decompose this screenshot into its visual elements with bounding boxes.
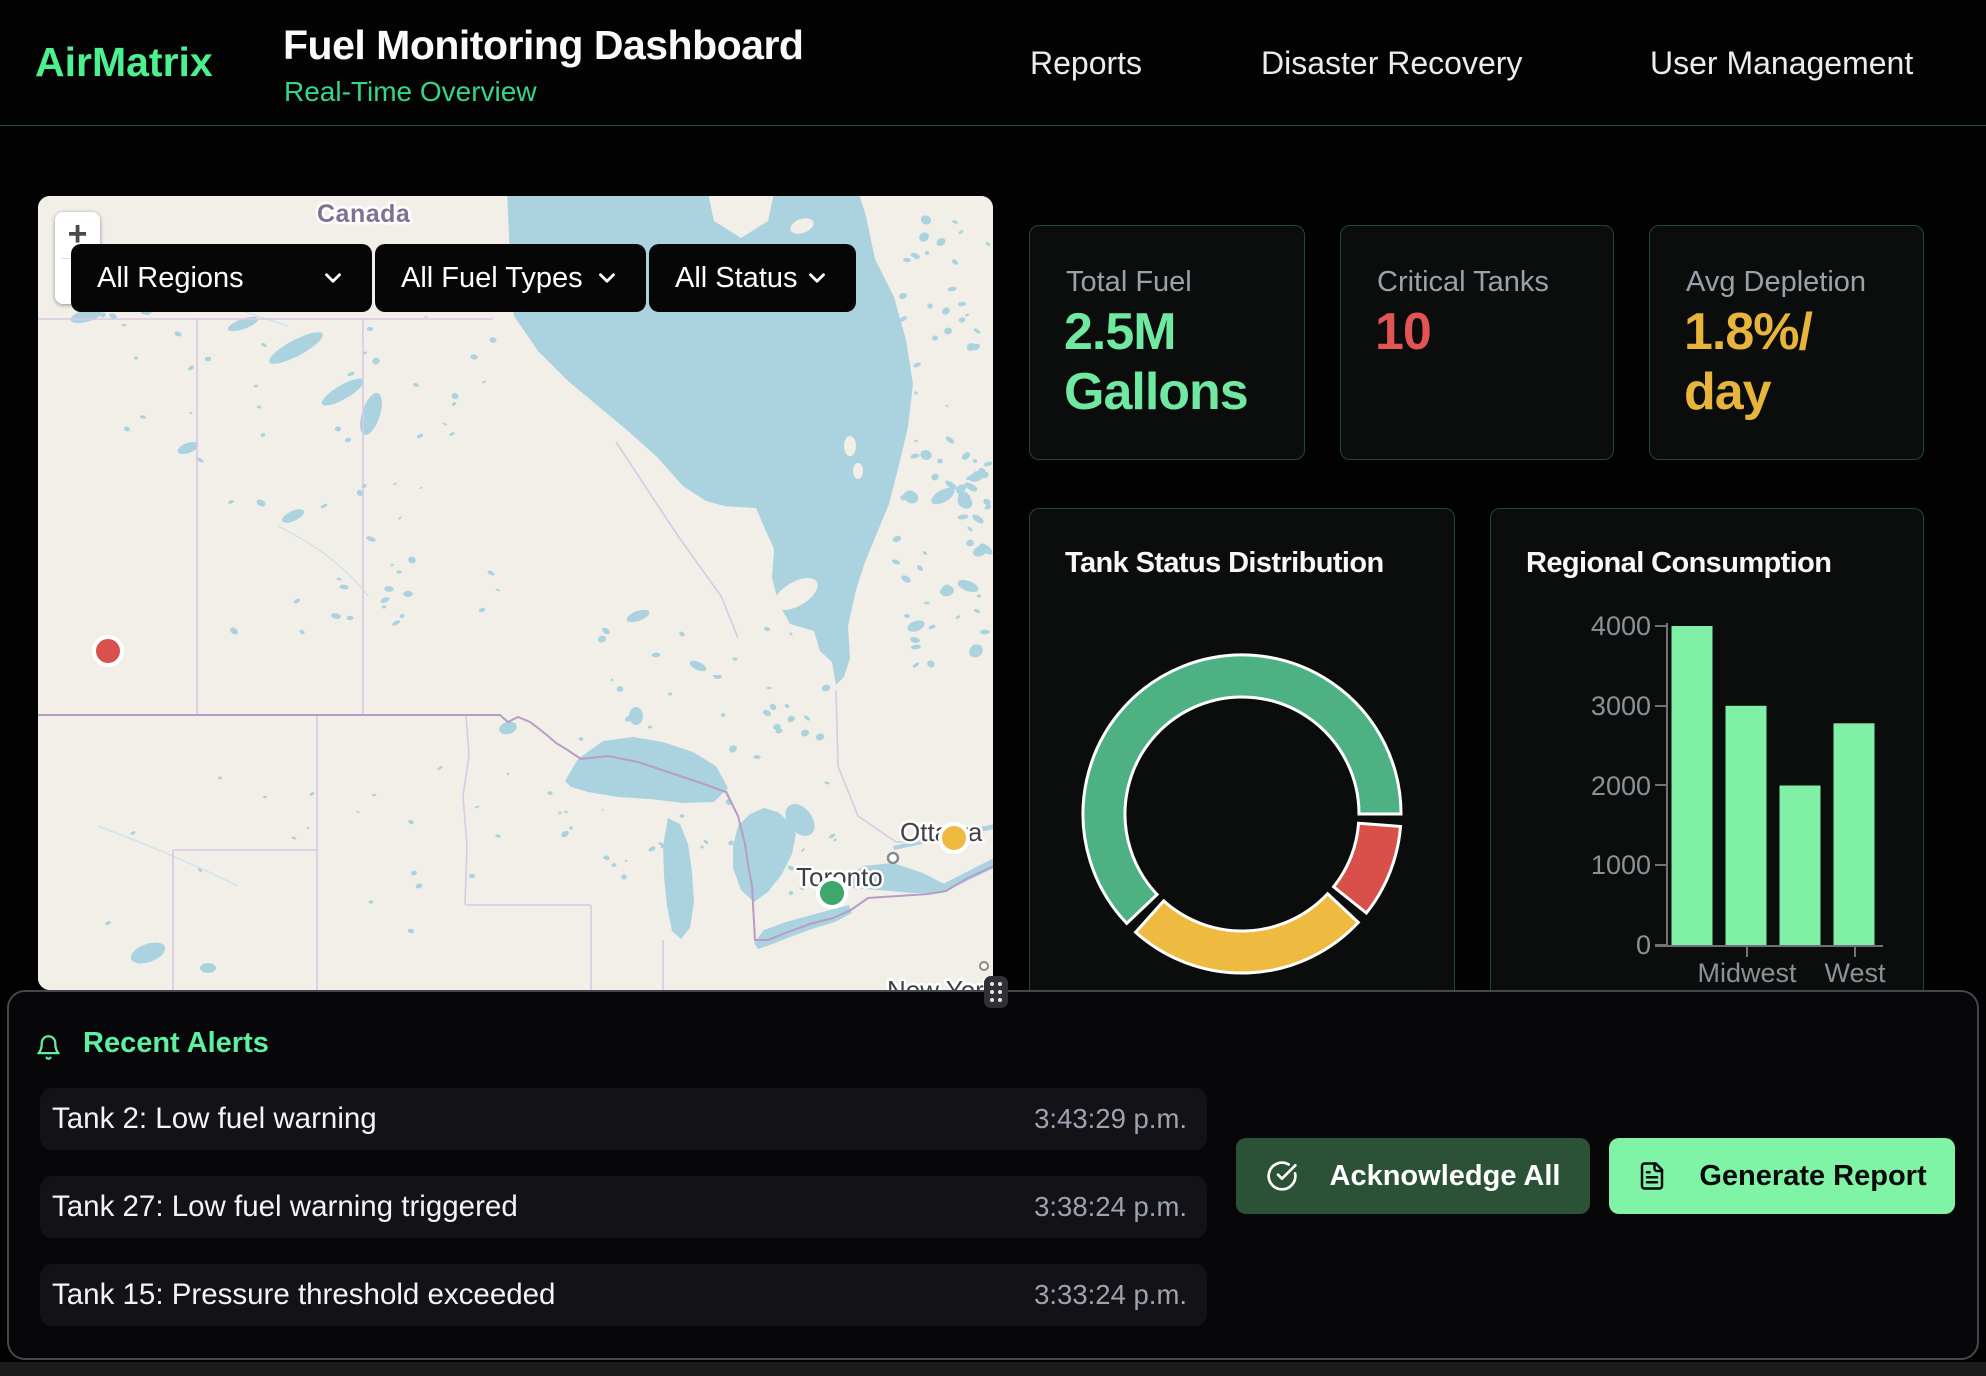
svg-text:3000: 3000	[1591, 691, 1651, 721]
svg-text:New York: New York	[887, 975, 993, 990]
svg-text:2000: 2000	[1591, 771, 1651, 801]
svg-text:Canada: Canada	[317, 200, 411, 228]
svg-text:West: West	[1824, 958, 1886, 988]
svg-text:0: 0	[1636, 930, 1651, 960]
svg-text:4000: 4000	[1591, 611, 1651, 641]
svg-text:Midwest: Midwest	[1697, 958, 1797, 988]
svg-text:1000: 1000	[1591, 850, 1651, 880]
